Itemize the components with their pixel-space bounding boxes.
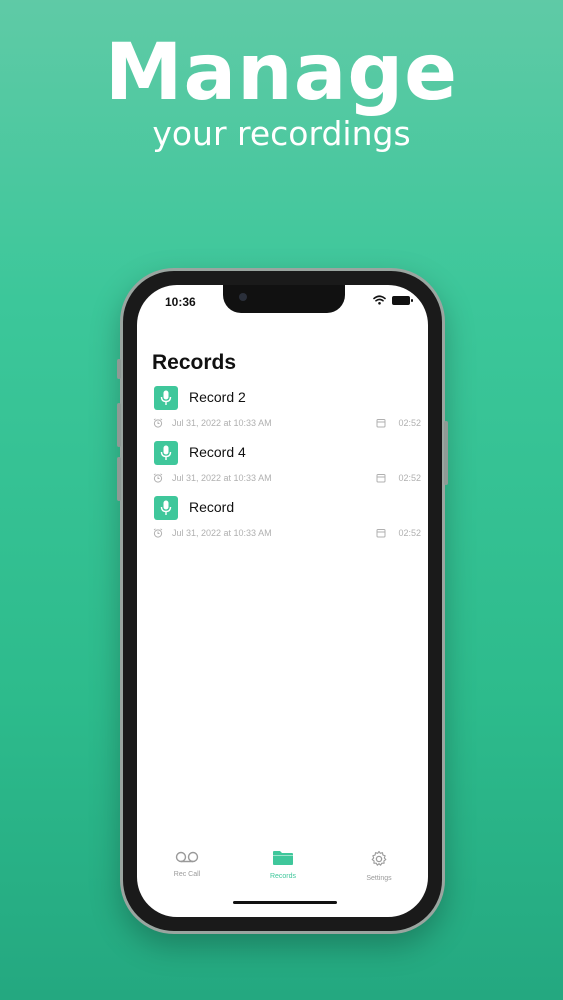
microphone-icon (154, 496, 178, 520)
headline: Manage (104, 28, 459, 118)
tab-label: Records (269, 873, 297, 880)
side-button-mute (117, 359, 121, 379)
record-date: Jul 31, 2022 at 10:33 AM (172, 418, 272, 428)
record-name: Record 4 (189, 444, 246, 460)
alarm-clock-icon (153, 418, 163, 428)
list-item[interactable]: Record Jul 31, 2022 at 10:33 AM 02:52 (153, 494, 421, 549)
status-time: 10:36 (165, 295, 196, 309)
voicemail-icon (175, 851, 199, 863)
wifi-icon (373, 295, 386, 305)
notch (223, 285, 345, 313)
list-item[interactable]: Record 4 Jul 31, 2022 at 10:33 AM 02:52 (153, 439, 421, 494)
alarm-clock-icon (153, 528, 163, 538)
calendar-icon (376, 529, 386, 538)
calendar-icon (376, 419, 386, 428)
record-duration: 02:52 (398, 418, 421, 428)
record-meta: Jul 31, 2022 at 10:33 AM 02:52 (153, 527, 421, 541)
phone-screen: 10:36 Records Record 2 Jul 31, 2022 at 1… (137, 285, 428, 917)
phone-frame: 10:36 Records Record 2 Jul 31, 2022 at 1… (117, 268, 448, 934)
list-item[interactable]: Record 2 Jul 31, 2022 at 10:33 AM 02:52 (153, 384, 421, 439)
tab-label: Settings (366, 875, 392, 882)
tab-label: Rec Call (173, 871, 201, 878)
tab-rec-call[interactable]: Rec Call (147, 850, 227, 878)
records-list: Record 2 Jul 31, 2022 at 10:33 AM 02:52 … (153, 384, 421, 549)
battery-icon (392, 295, 413, 305)
calendar-icon (376, 474, 386, 483)
record-date: Jul 31, 2022 at 10:33 AM (172, 473, 272, 483)
microphone-icon (154, 386, 178, 410)
record-meta: Jul 31, 2022 at 10:33 AM 02:52 (153, 472, 421, 486)
alarm-clock-icon (153, 473, 163, 483)
side-button-volume-down (117, 457, 121, 501)
status-icons (373, 295, 413, 305)
camera (239, 293, 247, 301)
page-title: Records (152, 351, 237, 374)
side-button-volume-up (117, 403, 121, 447)
record-name: Record (189, 499, 235, 515)
record-duration: 02:52 (398, 473, 421, 483)
record-name: Record 2 (189, 389, 246, 405)
subline: your recordings (152, 114, 411, 153)
side-button-power (444, 421, 448, 485)
record-date: Jul 31, 2022 at 10:33 AM (172, 528, 272, 538)
record-meta: Jul 31, 2022 at 10:33 AM 02:52 (153, 417, 421, 431)
gear-icon (371, 850, 387, 866)
home-indicator (233, 901, 337, 904)
tab-records[interactable]: Records (243, 850, 323, 880)
tab-bar: Rec Call Records Settings (137, 850, 428, 890)
folder-icon (273, 851, 293, 865)
microphone-icon (154, 441, 178, 465)
record-duration: 02:52 (398, 528, 421, 538)
tab-settings[interactable]: Settings (339, 850, 419, 882)
